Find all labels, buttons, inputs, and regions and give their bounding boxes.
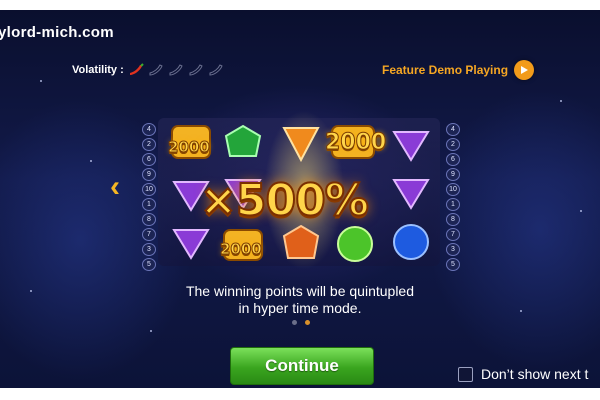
green-gem-icon (220, 122, 266, 166)
previous-page-button[interactable]: ‹ (110, 170, 120, 204)
star (520, 310, 522, 312)
multiplier-text: ×500% (199, 174, 370, 227)
star (90, 160, 92, 162)
payline-number: 3 (446, 243, 460, 256)
payline-number: 5 (142, 258, 156, 271)
chili-pepper-icon (188, 63, 204, 77)
purple-gem-icon (388, 170, 434, 214)
game-stage: ylord-mich.com Volatility : Feature Demo… (0, 10, 600, 388)
payline-number: 10 (142, 183, 156, 196)
star (40, 80, 42, 82)
dont-show-label: Don’t show next t (481, 366, 589, 382)
payline-number: 9 (446, 168, 460, 181)
payline-number: 9 (142, 168, 156, 181)
orange-gem-icon (278, 120, 324, 164)
watermark-text: ylord-mich.com (0, 24, 114, 41)
payline-number: 10 (446, 183, 460, 196)
green-orb-icon (332, 222, 378, 266)
orange-gem-icon (278, 222, 324, 266)
continue-button[interactable]: Continue (230, 347, 374, 385)
chili-pepper-icon (148, 63, 164, 77)
payline-number: 1 (446, 198, 460, 211)
volatility-meter: Volatility : (72, 63, 224, 77)
symbol-value: 2000 (324, 130, 387, 156)
payline-number: 3 (142, 243, 156, 256)
chili-pepper-icon (128, 63, 144, 77)
payline-number: 7 (142, 228, 156, 241)
payline-number: 8 (446, 213, 460, 226)
page-dot-active[interactable] (305, 320, 310, 325)
payline-number: 7 (446, 228, 460, 241)
chili-pepper-icon (168, 63, 184, 77)
payline-column-left: 4 2 6 9 10 1 8 7 3 5 (142, 123, 156, 271)
payline-number: 8 (142, 213, 156, 226)
feature-demo-label: Feature Demo Playing (382, 63, 509, 77)
blue-orb-icon (388, 220, 434, 264)
feature-demo-indicator: Feature Demo Playing (382, 60, 535, 80)
dont-show-checkbox[interactable] (458, 366, 473, 382)
chili-pepper-icon (208, 63, 224, 77)
description-line: The winning points will be quintupled (185, 283, 415, 299)
payline-number: 5 (446, 258, 460, 271)
page-indicator (292, 320, 310, 325)
description-line: in hyper time mode. (238, 300, 362, 316)
symbol-value: 2000 (168, 138, 211, 157)
payline-number: 1 (142, 198, 156, 211)
payline-number: 6 (446, 153, 460, 166)
payline-column-right: 4 2 6 9 10 1 8 7 3 5 (446, 123, 460, 271)
payline-number: 4 (446, 123, 460, 136)
payline-number: 4 (142, 123, 156, 136)
page-dot[interactable] (292, 320, 297, 325)
star (150, 330, 152, 332)
payline-number: 2 (142, 138, 156, 151)
symbol-value: 2000 (220, 240, 263, 259)
payline-number: 2 (446, 138, 460, 151)
star (30, 290, 32, 292)
payline-number: 6 (142, 153, 156, 166)
volatility-label: Volatility : (72, 64, 124, 76)
play-icon[interactable] (514, 60, 535, 80)
star (580, 210, 582, 212)
purple-gem-icon (168, 220, 214, 264)
purple-gem-icon (388, 122, 434, 166)
star (560, 100, 562, 102)
dont-show-option[interactable]: Don’t show next t (458, 366, 588, 382)
feature-description: The winning points will be quintupled in… (120, 283, 480, 317)
